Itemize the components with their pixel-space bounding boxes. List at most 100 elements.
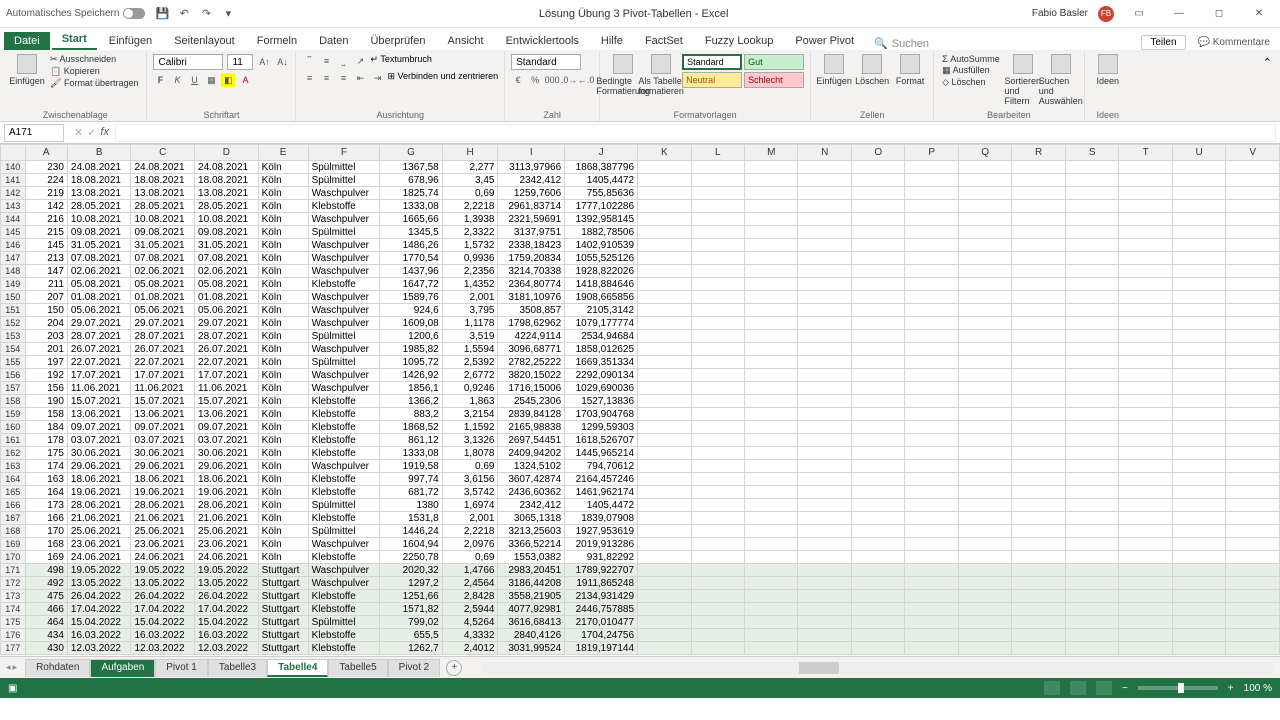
cell[interactable]: 1405,4472	[565, 499, 638, 512]
cell[interactable]: 1647,72	[380, 278, 442, 291]
cell[interactable]: 997,74	[380, 473, 442, 486]
table-row[interactable]: 16916823.06.202123.06.202123.06.2021Köln…	[1, 538, 1280, 551]
cell[interactable]: 3137,9751	[498, 226, 565, 239]
cell[interactable]: 1426,92	[380, 369, 442, 382]
cell[interactable]: 13.05.2022	[195, 577, 259, 590]
cell[interactable]: 24.06.2021	[195, 551, 259, 564]
cell[interactable]: 163	[25, 473, 67, 486]
cell[interactable]: 09.08.2021	[195, 226, 259, 239]
cell[interactable]	[958, 525, 1011, 538]
cell[interactable]	[905, 356, 958, 369]
cell[interactable]: 1380	[380, 499, 442, 512]
cell[interactable]	[905, 304, 958, 317]
cell[interactable]	[798, 603, 851, 616]
cell[interactable]	[638, 317, 691, 330]
sheet-tab-rohdaten[interactable]: Rohdaten	[25, 659, 90, 677]
row-header[interactable]: 174	[1, 603, 26, 616]
cell[interactable]	[798, 213, 851, 226]
cell[interactable]: Köln	[258, 395, 308, 408]
cell[interactable]	[958, 616, 1011, 629]
cell[interactable]: 13.05.2022	[67, 577, 131, 590]
cell[interactable]	[1119, 577, 1172, 590]
cell[interactable]: 1609,08	[380, 317, 442, 330]
cell[interactable]: 1839,07908	[565, 512, 638, 525]
cell[interactable]	[691, 499, 744, 512]
cell[interactable]: 1798,62962	[498, 317, 565, 330]
cell[interactable]	[1172, 187, 1225, 200]
sheet-nav-last-icon[interactable]: ▸	[13, 662, 18, 673]
cell[interactable]	[638, 629, 691, 642]
cell[interactable]	[638, 603, 691, 616]
cell[interactable]: 09.07.2021	[67, 421, 131, 434]
cell[interactable]: 1789,922707	[565, 564, 638, 577]
table-row[interactable]: 15519722.07.202122.07.202122.07.2021Köln…	[1, 356, 1280, 369]
cell[interactable]	[798, 525, 851, 538]
cell[interactable]	[1012, 434, 1065, 447]
cell[interactable]: 13.08.2021	[195, 187, 259, 200]
cell[interactable]	[1172, 330, 1225, 343]
cell[interactable]: 1200,6	[380, 330, 442, 343]
cell[interactable]: 09.08.2021	[131, 226, 195, 239]
table-row[interactable]: 17016924.06.202124.06.202124.06.2021Köln…	[1, 551, 1280, 564]
record-macro-icon[interactable]: ▣	[8, 683, 17, 694]
cell[interactable]: 2164,457246	[565, 473, 638, 486]
row-header[interactable]: 154	[1, 343, 26, 356]
cell[interactable]	[745, 421, 798, 434]
cell[interactable]: 18.06.2021	[67, 473, 131, 486]
cell[interactable]: 184	[25, 421, 67, 434]
dec-decimal-icon[interactable]: ←.0	[579, 73, 593, 87]
cell[interactable]	[905, 187, 958, 200]
cell[interactable]	[1012, 187, 1065, 200]
cell[interactable]	[958, 265, 1011, 278]
cell[interactable]: 1079,177774	[565, 317, 638, 330]
cell[interactable]	[1119, 629, 1172, 642]
cell[interactable]: 1669,351334	[565, 356, 638, 369]
cell[interactable]: 3,795	[442, 304, 498, 317]
cell[interactable]: 31.05.2021	[67, 239, 131, 252]
cell[interactable]	[1012, 278, 1065, 291]
cut-button[interactable]: ✂ Ausschneiden	[48, 54, 140, 65]
cell[interactable]: 2,0976	[442, 538, 498, 551]
cell[interactable]: Köln	[258, 460, 308, 473]
cell[interactable]: 156	[25, 382, 67, 395]
cell[interactable]: 2,2218	[442, 200, 498, 213]
cell[interactable]	[798, 473, 851, 486]
cell[interactable]: 204	[25, 317, 67, 330]
tab-fuzzy-lookup[interactable]: Fuzzy Lookup	[695, 32, 783, 50]
cell[interactable]: 2,4012	[442, 642, 498, 655]
row-header[interactable]: 170	[1, 551, 26, 564]
column-header-O[interactable]: O	[851, 145, 904, 161]
table-row[interactable]: 15619217.07.202117.07.202117.07.2021Köln…	[1, 369, 1280, 382]
row-header[interactable]: 177	[1, 642, 26, 655]
table-row[interactable]: 17149819.05.202219.05.202219.05.2022Stut…	[1, 564, 1280, 577]
cell[interactable]: 21.06.2021	[131, 512, 195, 525]
column-header-C[interactable]: C	[131, 145, 195, 161]
column-header-I[interactable]: I	[498, 145, 565, 161]
cell[interactable]	[905, 382, 958, 395]
cell[interactable]	[638, 187, 691, 200]
cell[interactable]: 1825,74	[380, 187, 442, 200]
cell[interactable]	[798, 382, 851, 395]
cell[interactable]	[958, 499, 1011, 512]
row-header[interactable]: 149	[1, 278, 26, 291]
cell[interactable]	[1119, 304, 1172, 317]
cell[interactable]: Waschpulver	[308, 213, 380, 226]
cell[interactable]	[638, 538, 691, 551]
cell[interactable]: 15.04.2022	[195, 616, 259, 629]
cell[interactable]	[798, 447, 851, 460]
cell[interactable]	[1065, 239, 1118, 252]
orientation-icon[interactable]: ↗	[353, 54, 367, 68]
cell[interactable]	[1226, 590, 1280, 603]
cell[interactable]	[905, 460, 958, 473]
cell[interactable]	[745, 187, 798, 200]
cell[interactable]	[1226, 434, 1280, 447]
cell[interactable]: Waschpulver	[308, 577, 380, 590]
cell[interactable]: 175	[25, 447, 67, 460]
cell[interactable]: Waschpulver	[308, 538, 380, 551]
tab-daten[interactable]: Daten	[309, 32, 358, 50]
cell[interactable]: 1,4766	[442, 564, 498, 577]
cell[interactable]	[1172, 317, 1225, 330]
column-header-V[interactable]: V	[1226, 145, 1280, 161]
cell[interactable]	[1226, 200, 1280, 213]
cell[interactable]	[638, 642, 691, 655]
